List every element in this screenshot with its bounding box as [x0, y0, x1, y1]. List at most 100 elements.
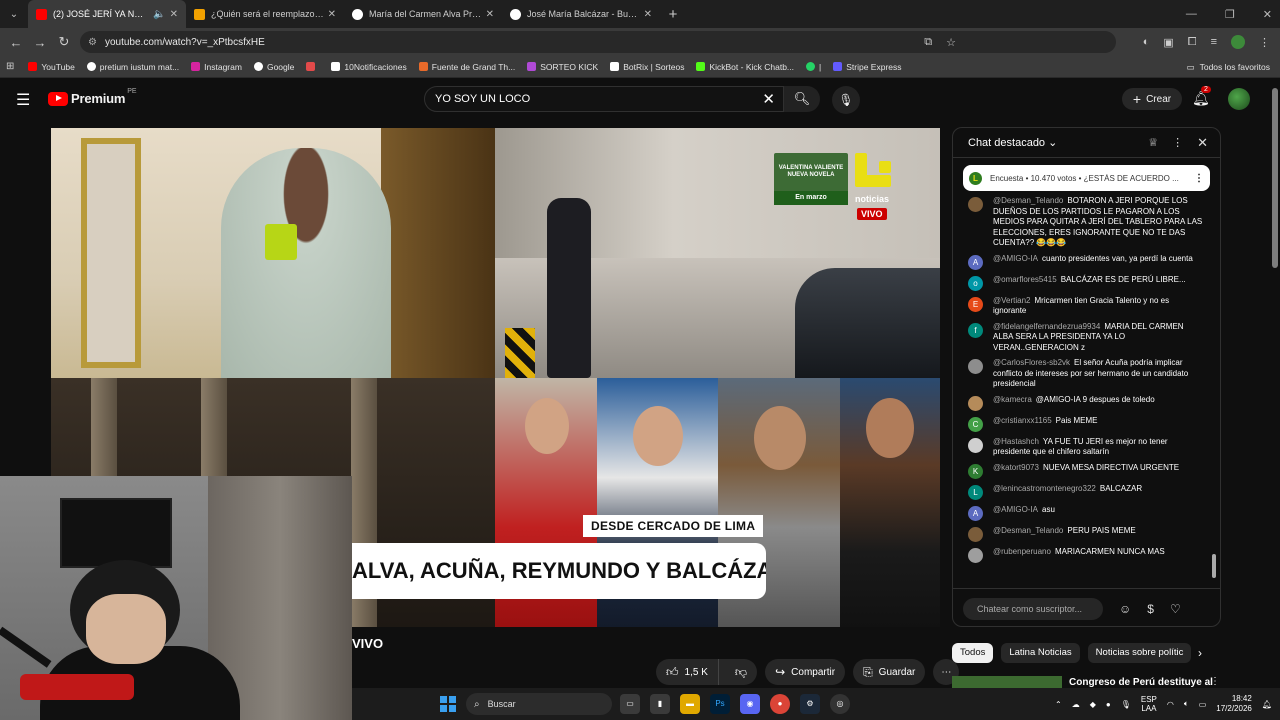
chat-scrollbar-thumb[interactable]: [1212, 554, 1216, 578]
bookmark-whatsapp[interactable]: |: [806, 62, 821, 72]
photoshop-icon[interactable]: Ps: [710, 694, 730, 714]
chip-noticias-politica[interactable]: Noticias sobre polític: [1087, 643, 1192, 663]
search-button[interactable]: 🔍︎: [784, 86, 820, 112]
chat-author[interactable]: @kamecra: [993, 395, 1032, 404]
chips-next-icon[interactable]: ›: [1198, 646, 1202, 660]
bookmark-star-icon[interactable]: ☆: [946, 36, 956, 49]
new-tab-button[interactable]: +: [660, 6, 686, 23]
close-tab-icon[interactable]: ✕: [328, 9, 336, 20]
extension-icon[interactable]: ▣: [1163, 36, 1173, 49]
tab-jose-maria-balcazar[interactable]: José María Balcázar - Buscar co ✕: [502, 0, 660, 28]
taskbar-search[interactable]: ⌕ Buscar: [466, 693, 612, 715]
chat-avatar[interactable]: [968, 197, 983, 212]
profile-avatar-icon[interactable]: [1231, 35, 1245, 49]
reading-list-icon[interactable]: ≡: [1211, 36, 1217, 48]
file-explorer-icon[interactable]: ▬: [680, 694, 700, 714]
tray-app-icon[interactable]: ●: [1106, 700, 1111, 709]
wifi-icon[interactable]: ◠: [1167, 700, 1174, 709]
puzzle-icon[interactable]: ⧠: [1188, 36, 1197, 49]
close-chat-icon[interactable]: ✕: [1197, 135, 1208, 151]
voice-search-button[interactable]: 🎙︎: [832, 86, 860, 114]
tray-overflow-icon[interactable]: ⌃: [1055, 700, 1062, 709]
chat-avatar[interactable]: f: [968, 322, 983, 338]
minimize-icon[interactable]: —: [1186, 8, 1197, 20]
chat-poll-banner[interactable]: L Encuesta • 10.470 votos • ¿ESTÁS DE AC…: [963, 165, 1210, 191]
apps-grid-icon[interactable]: ⊞: [6, 61, 14, 72]
chat-avatar[interactable]: A: [968, 505, 983, 521]
chat-author[interactable]: @AMIGO-IA: [993, 505, 1038, 514]
windows-start-icon[interactable]: [440, 696, 456, 712]
chat-author[interactable]: @lenincastromontenegro322: [993, 484, 1096, 493]
obs-icon[interactable]: ◎: [830, 694, 850, 714]
chat-avatar[interactable]: K: [968, 463, 983, 479]
crown-icon[interactable]: ♕: [1148, 136, 1158, 149]
maximize-icon[interactable]: ❐: [1225, 8, 1235, 21]
bookmark-10notificaciones[interactable]: 10Notificaciones: [331, 62, 407, 72]
chat-avatar[interactable]: [968, 526, 983, 542]
chat-author[interactable]: @katort9073: [993, 463, 1039, 472]
close-tab-icon[interactable]: ✕: [170, 9, 178, 20]
back-arrow-icon[interactable]: ←: [4, 35, 28, 50]
page-scrollbar[interactable]: [1272, 88, 1278, 268]
heart-icon[interactable]: ♡: [1170, 602, 1181, 616]
chat-avatar[interactable]: [968, 359, 983, 374]
tray-app-icon[interactable]: ◆: [1090, 700, 1096, 709]
steam-icon[interactable]: ⚙: [800, 694, 820, 714]
chat-more-icon[interactable]: ⋮: [1172, 136, 1183, 149]
save-button[interactable]: ⎘ Guardar: [853, 659, 926, 685]
chat-author[interactable]: @rubenperuano: [993, 547, 1051, 556]
tab-youtube-video[interactable]: (2) JOSÉ JERÍ YA NO ES PRE 🔈 ✕: [28, 0, 186, 28]
menu-icon[interactable]: ☰: [16, 90, 30, 110]
chat-author[interactable]: @CarlosFlores-sb2vk: [993, 358, 1070, 367]
tab-quien-sera[interactable]: ¿Quién será el reemplazo de Jo ✕: [186, 0, 344, 28]
audio-icon[interactable]: 🔈: [153, 9, 165, 20]
chip-all[interactable]: Todos: [952, 643, 994, 663]
youtube-logo[interactable]: Premium PE: [48, 88, 137, 106]
bookmark-stripe-express[interactable]: Stripe Express: [833, 62, 902, 72]
chat-author[interactable]: @Desman_Telando: [993, 196, 1063, 205]
bookmark-youtube[interactable]: YouTube: [28, 62, 75, 72]
volume-icon[interactable]: 🔈︎: [1184, 699, 1189, 709]
discord-icon[interactable]: ◉: [740, 694, 760, 714]
chat-avatar[interactable]: [968, 547, 983, 563]
bookmark-instagram[interactable]: Instagram: [191, 62, 242, 72]
chat-avatar[interactable]: E: [968, 296, 983, 312]
search-input[interactable]: YO SOY UN LOCO ✕: [424, 86, 784, 112]
tray-app-icon[interactable]: ☁: [1072, 700, 1080, 709]
chat-author[interactable]: @omarflores5415: [993, 275, 1057, 284]
chat-author[interactable]: @fidelangelfernandezrua9934: [993, 322, 1100, 331]
like-button[interactable]: 👍︎ 1,5 K: [656, 659, 719, 685]
task-view-icon[interactable]: ▭: [620, 694, 640, 714]
super-chat-icon[interactable]: $: [1147, 602, 1154, 616]
site-info-icon[interactable]: ⚙: [88, 37, 97, 48]
chat-avatar[interactable]: [968, 437, 983, 453]
chat-author[interactable]: @Vertian2: [993, 296, 1030, 305]
chat-author[interactable]: @Hastashch: [993, 437, 1039, 446]
extension-icon[interactable]: ◐: [1143, 36, 1150, 48]
all-bookmarks[interactable]: ▭ Todos los favoritos: [1187, 56, 1270, 78]
account-avatar[interactable]: [1228, 88, 1250, 110]
chat-avatar[interactable]: L: [968, 484, 983, 500]
bookmark-botrix[interactable]: BotRix | Sorteos: [610, 62, 684, 72]
app-icon[interactable]: ▮: [650, 694, 670, 714]
recommended-more-icon[interactable]: ⋮: [1210, 676, 1220, 687]
close-tab-icon[interactable]: ✕: [644, 9, 652, 20]
emoji-icon[interactable]: ☺: [1119, 602, 1131, 616]
chat-avatar[interactable]: A: [968, 254, 983, 270]
bookmark-pinwheel[interactable]: [306, 62, 319, 71]
reload-icon[interactable]: ↻: [52, 34, 76, 50]
chip-latina-noticias[interactable]: Latina Noticias: [1001, 643, 1080, 663]
tray-mic-icon[interactable]: 🎙︎: [1121, 700, 1131, 709]
create-button[interactable]: + Crear: [1122, 88, 1182, 110]
bookmark-sorteo-kick[interactable]: SORTEO KICK: [527, 62, 598, 72]
chat-author[interactable]: @cristianxx1165: [993, 416, 1052, 425]
clock[interactable]: 18:42 17/2/2026: [1216, 694, 1252, 714]
chat-avatar[interactable]: [968, 395, 983, 411]
chat-mode-dropdown[interactable]: Chat destacado ⌄: [968, 136, 1134, 149]
recommended-title[interactable]: Congreso de Perú destituye al: [1069, 677, 1213, 688]
chat-author[interactable]: @Desman_Telando: [993, 526, 1063, 535]
tab-search-icon[interactable]: ⌄: [0, 9, 28, 20]
chrome-menu-icon[interactable]: ⋮: [1259, 36, 1270, 49]
poll-more-icon[interactable]: ⋮: [1194, 173, 1204, 184]
clear-search-icon[interactable]: ✕: [762, 90, 775, 108]
